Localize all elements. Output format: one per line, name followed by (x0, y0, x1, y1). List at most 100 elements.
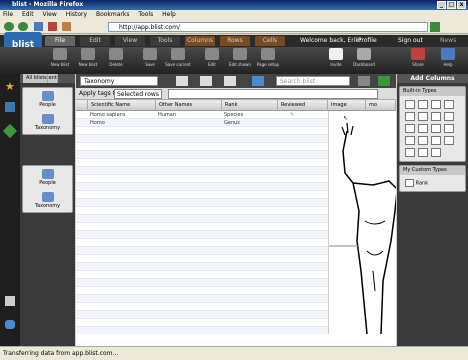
tab-view[interactable]: View (115, 36, 145, 46)
column-type-icon[interactable] (444, 124, 454, 133)
image-preview[interactable]: ↖ (328, 111, 396, 334)
apply-tags-select[interactable]: Selected rows (114, 89, 162, 99)
search-icon[interactable] (358, 76, 370, 86)
app-tab-bar: blist File Edit View Tools Columns Rows … (0, 32, 468, 62)
home-icon[interactable] (62, 22, 71, 31)
menu-history[interactable]: History (66, 11, 87, 18)
sidebar-item-taxonomy[interactable]: Taxonomy (23, 189, 72, 212)
sidebar-group-title[interactable]: All blists (23, 74, 48, 83)
new-blist-button[interactable]: New blist (46, 48, 74, 67)
column-type-icon[interactable] (431, 112, 441, 121)
sidebar-item-people[interactable]: People (23, 166, 72, 189)
sidebar-item-people[interactable]: People (23, 88, 72, 111)
blist-icon[interactable] (5, 102, 15, 112)
menu-tools[interactable]: Tools (138, 11, 153, 18)
column-type-icon[interactable] (444, 100, 454, 109)
view-grid-icon[interactable] (176, 76, 188, 86)
cell-scientific-name[interactable]: Homo (90, 120, 105, 126)
tab-tools[interactable]: Tools (150, 36, 180, 46)
blist-select[interactable]: Taxonomy (80, 76, 158, 86)
column-header-scientific-name[interactable]: Scientific Name (88, 100, 156, 111)
add-columns-panel: Add Columns Built-in Types My Custom Typ… (397, 74, 468, 346)
column-type-icon[interactable] (431, 124, 441, 133)
document-icon[interactable] (5, 296, 15, 306)
column-type-icon[interactable] (405, 100, 415, 109)
new-blist-button[interactable]: New blist (74, 48, 102, 67)
cell-rank[interactable]: Species (224, 112, 243, 118)
view-form-icon[interactable] (200, 76, 212, 86)
tab-cells[interactable]: Cells (255, 36, 285, 46)
column-type-icon[interactable] (418, 100, 428, 109)
tags-input[interactable] (168, 89, 378, 99)
edit-shown-button[interactable]: Edit shown (226, 48, 254, 67)
column-type-icon[interactable] (444, 112, 454, 121)
custom-type-rank[interactable]: Rank (400, 175, 465, 191)
column-type-icon[interactable] (418, 148, 428, 157)
profile-link[interactable]: Profile (358, 37, 377, 44)
minimize-button[interactable]: _ (437, 1, 446, 9)
save-current-button[interactable]: Save current (164, 48, 192, 67)
column-type-icon[interactable] (431, 148, 441, 157)
dashboard-button[interactable]: Dashboard (350, 48, 378, 67)
stop-icon[interactable] (48, 22, 57, 31)
close-button[interactable]: x (457, 1, 466, 9)
page-setup-button[interactable]: Page setup (254, 48, 282, 67)
builtin-types-title[interactable]: Built-in Types (400, 87, 465, 96)
column-type-icon[interactable] (418, 124, 428, 133)
view-list-icon[interactable] (224, 76, 236, 86)
maximize-button[interactable]: □ (447, 1, 456, 9)
menu-help[interactable]: Help (162, 11, 176, 18)
cell-rank[interactable]: Genus (224, 120, 240, 126)
menu-view[interactable]: View (43, 11, 57, 18)
signout-link[interactable]: Sign out (398, 37, 423, 44)
column-type-icon[interactable] (405, 124, 415, 133)
url-bar[interactable]: http://app.blist.com/ (108, 22, 428, 32)
custom-types-title[interactable]: My Custom Types (400, 166, 465, 175)
sidebar-item-taxonomy[interactable]: Taxonomy (23, 111, 72, 134)
forward-icon[interactable] (18, 22, 28, 31)
column-type-icon[interactable] (405, 148, 415, 157)
tag-icon[interactable] (378, 76, 390, 86)
cell-scientific-name[interactable]: Homo sapiens (90, 112, 125, 118)
tab-edit[interactable]: Edit (80, 36, 110, 46)
tab-rows[interactable]: Rows (220, 36, 250, 46)
column-type-icon[interactable] (418, 112, 428, 121)
tab-columns[interactable]: Columns (185, 36, 215, 46)
column-type-icon[interactable] (418, 136, 428, 145)
share-button[interactable]: Share (404, 48, 432, 67)
tab-file[interactable]: File (45, 36, 75, 46)
help-button[interactable]: Help (434, 48, 462, 67)
search-input[interactable]: Search blist (276, 76, 350, 86)
star-icon[interactable]: ★ (5, 80, 15, 93)
reload-icon[interactable] (34, 22, 43, 31)
tag-icon[interactable] (2, 123, 18, 139)
cell-other-names[interactable]: Human (158, 112, 176, 118)
column-type-grid (400, 96, 465, 161)
column-type-icon[interactable] (444, 136, 454, 145)
column-header-image[interactable]: Image (328, 100, 366, 111)
delete-button[interactable]: Delete (102, 48, 130, 67)
column-header-rank[interactable]: Rank (222, 100, 278, 111)
news-link[interactable]: News (440, 37, 456, 44)
menu-file[interactable]: File (3, 11, 13, 18)
column-type-icon[interactable] (405, 112, 415, 121)
chat-icon[interactable] (5, 320, 15, 329)
edit-pencil-icon[interactable]: ✎ (290, 112, 294, 118)
go-icon[interactable] (430, 22, 440, 32)
menu-edit[interactable]: Edit (22, 11, 34, 18)
column-type-icon[interactable] (405, 136, 415, 145)
sidebar-group-all: All blists People Taxonomy (22, 74, 73, 213)
invite-button[interactable]: Invite (322, 48, 350, 67)
back-icon[interactable] (4, 22, 14, 31)
column-header-other-names[interactable]: Other Names (156, 100, 222, 111)
column-header-reviewed[interactable]: Reviewed (278, 100, 328, 111)
column-type-icon[interactable] (431, 136, 441, 145)
save-button[interactable]: Save (136, 48, 164, 67)
menu-bookmarks[interactable]: Bookmarks (96, 11, 130, 18)
edit-button[interactable]: Edit (198, 48, 226, 67)
column-header-more[interactable]: mo (366, 100, 396, 111)
select-all-checkbox[interactable] (76, 100, 88, 111)
view-chart-icon[interactable] (252, 76, 264, 86)
window-title: blist - Mozilla Firefox _ □ x (0, 0, 468, 10)
column-type-icon[interactable] (431, 100, 441, 109)
